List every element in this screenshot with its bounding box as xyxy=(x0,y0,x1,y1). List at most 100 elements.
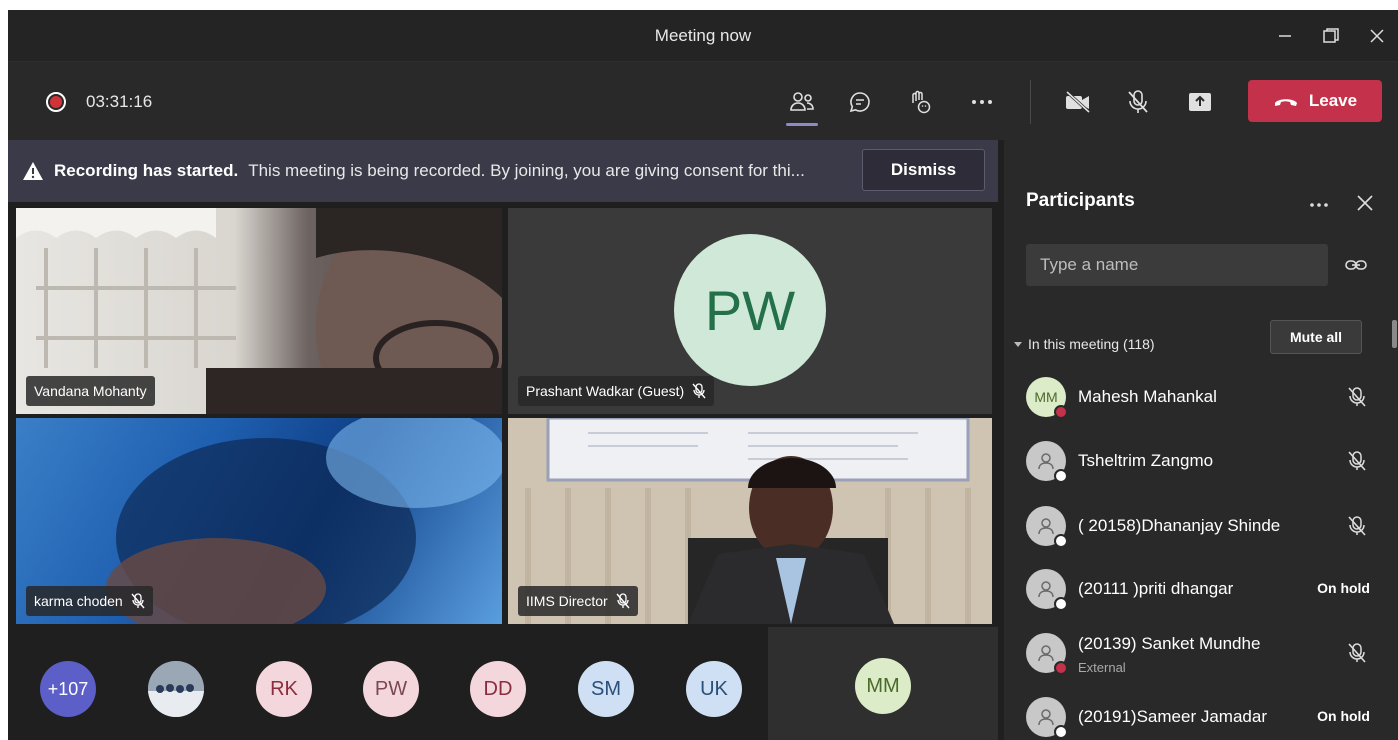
participant-avatar: PW xyxy=(674,234,826,386)
in-meeting-section-header[interactable]: In this meeting (118) xyxy=(1014,336,1155,352)
participant-name-tag: karma choden xyxy=(26,586,153,616)
mic-off-icon xyxy=(616,593,630,609)
minimize-button[interactable] xyxy=(1270,22,1300,50)
avatar-initials: MM xyxy=(1034,389,1058,405)
leave-button[interactable]: Leave xyxy=(1248,80,1382,122)
mic-off-icon xyxy=(692,383,706,399)
people-icon xyxy=(790,92,814,111)
more-actions-button[interactable] xyxy=(962,84,1002,120)
more-participants-chip[interactable]: +107 xyxy=(40,661,96,717)
participant-row[interactable]: Tsheltrim Zangmo xyxy=(1004,430,1398,492)
participant-name: (20111 )priti dhangar xyxy=(1078,579,1234,598)
participant-row[interactable]: (20139) Sanket Mundhe External xyxy=(1004,622,1398,684)
self-video-tile[interactable]: MM xyxy=(768,627,998,740)
participant-avatar xyxy=(1026,697,1068,739)
reactions-button[interactable] xyxy=(900,84,940,120)
close-window-button[interactable] xyxy=(1362,22,1392,50)
presence-unknown-icon xyxy=(1054,725,1068,739)
mic-off-icon xyxy=(131,593,145,609)
participant-initials-chip[interactable]: UK xyxy=(686,661,742,717)
mic-off-icon xyxy=(1348,387,1366,407)
share-content-button[interactable] xyxy=(1180,84,1220,120)
participant-row[interactable]: (20111 )priti dhangar On hold xyxy=(1004,558,1398,620)
mic-off-icon xyxy=(1348,516,1366,536)
participant-photo-avatar[interactable] xyxy=(148,661,204,717)
participant-name-tag: Prashant Wadkar (Guest) xyxy=(518,376,715,406)
dismiss-button[interactable]: Dismiss xyxy=(862,149,985,191)
video-tile[interactable]: Vandana Mohanty xyxy=(16,208,502,414)
video-tile[interactable]: IIMS Director xyxy=(508,418,992,624)
toolbar-divider xyxy=(1030,80,1031,124)
person-icon xyxy=(1038,581,1054,598)
share-invite-button[interactable] xyxy=(1344,254,1368,276)
participant-row[interactable]: ( 20158)Dhananjay Shinde xyxy=(1004,495,1398,557)
title-bar: Meeting now xyxy=(8,10,1398,62)
participant-avatar xyxy=(1026,633,1068,675)
participant-initials-chip[interactable]: DD xyxy=(470,661,526,717)
video-tile[interactable]: PW Prashant Wadkar (Guest) xyxy=(508,208,992,414)
presence-unknown-icon xyxy=(1054,597,1068,611)
hang-up-icon xyxy=(1274,99,1297,106)
presence-unknown-icon xyxy=(1054,469,1068,483)
raise-hand-icon xyxy=(912,90,931,114)
teams-meeting-window: Meeting now 03:31:16 Leave Recording has… xyxy=(8,10,1398,740)
mic-off-icon xyxy=(1348,451,1366,471)
person-icon xyxy=(1038,453,1054,470)
participants-panel: Participants In this meeting (118) Mute … xyxy=(1004,140,1398,740)
leave-label: Leave xyxy=(1308,91,1358,110)
banner-title: Recording has started. xyxy=(54,161,239,180)
warning-icon xyxy=(22,160,44,182)
participant-avatar: MM xyxy=(1026,377,1068,419)
participant-initials-chip[interactable]: PW xyxy=(363,661,419,717)
person-icon xyxy=(1038,645,1054,662)
participant-external-label: External xyxy=(1078,660,1126,675)
participant-name: karma choden xyxy=(34,593,123,609)
camera-toggle-button[interactable] xyxy=(1058,84,1098,120)
banner-message: This meeting is being recorded. By joini… xyxy=(248,161,805,180)
participant-name: Prashant Wadkar (Guest) xyxy=(526,383,685,399)
person-icon xyxy=(1038,518,1054,535)
presence-busy-icon xyxy=(1054,405,1068,419)
more-icon xyxy=(1310,203,1328,207)
recording-banner: Recording has started. This meeting is b… xyxy=(8,140,998,202)
show-chat-button[interactable] xyxy=(840,84,880,120)
mute-all-button[interactable]: Mute all xyxy=(1270,320,1362,354)
participant-name: ( 20158)Dhananjay Shinde xyxy=(1078,516,1281,535)
group-photo-icon xyxy=(148,661,204,717)
participant-status: On hold xyxy=(1317,580,1370,596)
share-screen-icon xyxy=(1189,93,1211,111)
participant-search-input[interactable] xyxy=(1026,244,1328,286)
participant-name: Vandana Mohanty xyxy=(34,383,147,399)
participant-name-tag: Vandana Mohanty xyxy=(26,376,155,406)
meeting-toolbar: 03:31:16 Leave xyxy=(8,62,1398,140)
restore-icon xyxy=(1323,28,1339,43)
participant-name-tag: IIMS Director xyxy=(518,586,638,616)
show-participants-button[interactable] xyxy=(782,84,822,126)
participant-initials-chip[interactable]: RK xyxy=(256,661,312,717)
participant-name: IIMS Director xyxy=(526,593,608,609)
participant-avatar xyxy=(1026,506,1068,548)
chevron-down-icon xyxy=(1014,342,1022,347)
section-label: In this meeting (118) xyxy=(1028,336,1155,352)
link-icon xyxy=(1345,260,1367,270)
more-icon xyxy=(972,100,992,104)
panel-more-button[interactable] xyxy=(1309,192,1329,213)
participant-row[interactable]: (20191)Sameer Jamadar On hold xyxy=(1004,686,1398,740)
recording-indicator-icon xyxy=(46,92,66,112)
close-panel-button[interactable] xyxy=(1354,192,1376,214)
chat-icon xyxy=(849,92,870,113)
video-tile[interactable]: karma choden xyxy=(16,418,502,624)
restore-button[interactable] xyxy=(1316,22,1346,50)
mic-toggle-button[interactable] xyxy=(1118,84,1158,120)
participant-name: (20191)Sameer Jamadar xyxy=(1078,707,1267,726)
mic-off-icon xyxy=(1348,643,1366,663)
participant-row[interactable]: MM Mahesh Mahankal xyxy=(1004,366,1398,428)
minimize-icon xyxy=(1279,35,1291,37)
participant-initials-chip[interactable]: SM xyxy=(578,661,634,717)
participant-status: On hold xyxy=(1317,708,1370,724)
presence-busy-icon xyxy=(1054,661,1068,675)
panel-scrollbar[interactable] xyxy=(1392,320,1397,348)
close-icon xyxy=(1370,29,1384,43)
recording-timer: 03:31:16 xyxy=(86,92,153,111)
self-avatar: MM xyxy=(855,658,911,714)
